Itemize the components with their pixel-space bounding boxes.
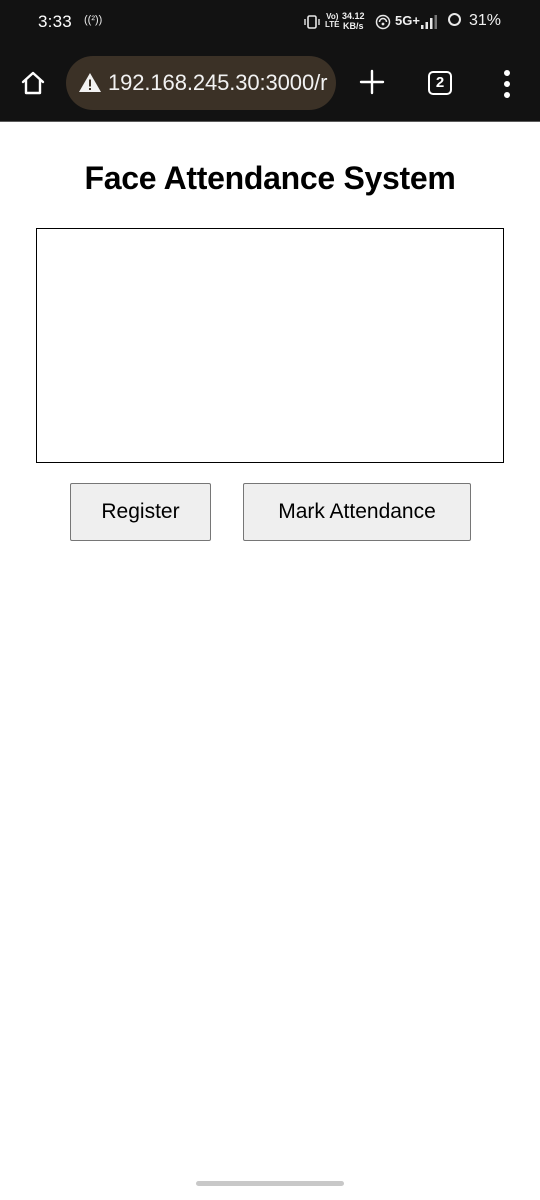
network-type: 5G+ bbox=[395, 13, 420, 28]
network-speed-value: 34.12 bbox=[342, 11, 365, 21]
home-icon[interactable] bbox=[18, 68, 48, 98]
battery-icon bbox=[448, 13, 461, 26]
battery-percent: 31% bbox=[469, 12, 502, 29]
video-preview bbox=[36, 228, 504, 463]
volte-line2: LTE bbox=[325, 20, 340, 29]
browser-toolbar: 192.168.245.30:3000/r 2 bbox=[0, 44, 540, 122]
network-speed: 34.12 KB/s bbox=[342, 11, 365, 31]
hotspot-icon: ((²)) bbox=[84, 14, 103, 26]
register-button[interactable]: Register bbox=[70, 483, 211, 541]
gesture-bar[interactable] bbox=[196, 1181, 344, 1186]
signal-icon bbox=[421, 15, 437, 29]
status-time: 3:33 bbox=[38, 12, 72, 31]
warning-icon[interactable] bbox=[78, 71, 102, 95]
url-text[interactable]: 192.168.245.30:3000/r bbox=[108, 70, 327, 96]
mark-attendance-button[interactable]: Mark Attendance bbox=[243, 483, 471, 541]
vibrate-icon bbox=[304, 15, 320, 29]
network-speed-unit: KB/s bbox=[343, 21, 364, 31]
tabs-icon[interactable]: 2 bbox=[428, 71, 452, 95]
wifi-icon bbox=[375, 14, 391, 30]
volte-indicator: Vo) LTE bbox=[325, 13, 340, 29]
more-vert-icon[interactable] bbox=[496, 68, 518, 100]
page-title: Face Attendance System bbox=[84, 160, 456, 196]
plus-icon[interactable] bbox=[358, 68, 386, 96]
address-bar[interactable]: 192.168.245.30:3000/r bbox=[66, 56, 336, 110]
status-bar: 3:33 ((²)) Vo) LTE 34.12 KB/s 5G+ 31% bbox=[0, 0, 540, 44]
